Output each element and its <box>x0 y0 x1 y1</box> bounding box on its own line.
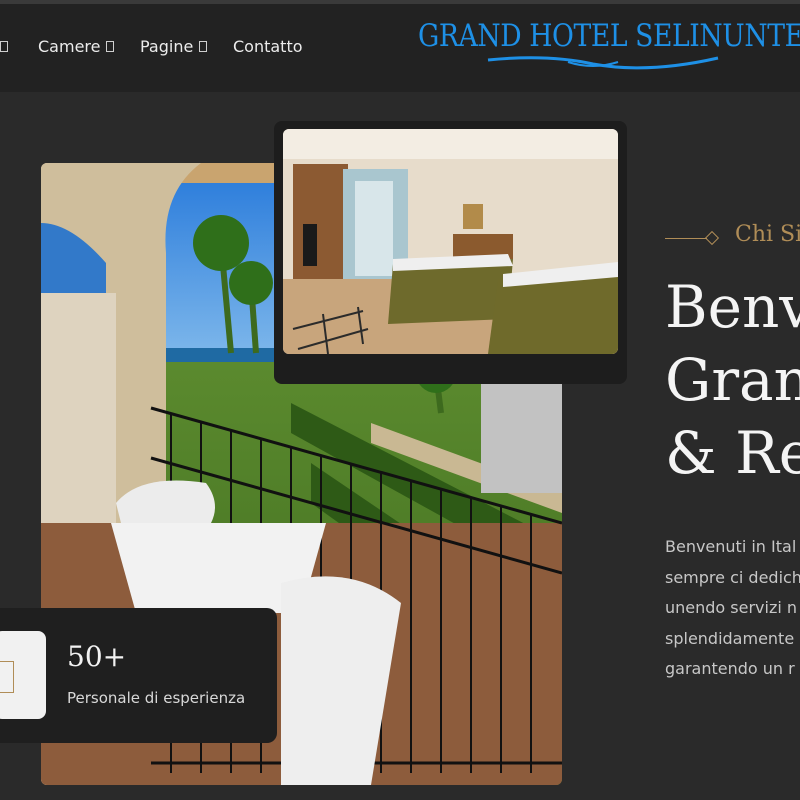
chevron-down-icon <box>106 41 115 52</box>
hotel-logo[interactable]: GRAND HOTEL SELINUNTE <box>418 18 800 70</box>
chevron-down-icon <box>0 41 8 52</box>
nav-item-home[interactable] <box>0 37 8 56</box>
body-line: Benvenuti in Ital <box>665 537 797 556</box>
body-line: garantendo un r <box>665 659 795 678</box>
chevron-down-icon <box>199 41 208 52</box>
room-photo-image <box>283 129 618 354</box>
body-line: sempre ci dedich <box>665 567 800 587</box>
eyebrow-line <box>665 238 707 239</box>
headline-line: Benv <box>665 273 800 341</box>
nav-item-contatto[interactable]: Contatto <box>233 37 303 56</box>
headline-line: Gran <box>665 346 800 414</box>
logo-wave-icon <box>487 56 719 70</box>
body-line: unendo servizi n <box>665 598 798 617</box>
staff-icon-glyph <box>0 661 14 693</box>
room-photo <box>283 129 618 354</box>
nav-item-label: Camere <box>38 37 101 56</box>
headline-line: & Re <box>665 419 800 487</box>
body-line: splendidamente <box>665 628 795 648</box>
stat-label: Personale di esperienza <box>67 689 246 707</box>
diamond-icon <box>704 230 720 246</box>
nav-item-pagine[interactable]: Pagine <box>140 37 208 56</box>
stat-number: 50+ <box>67 640 127 673</box>
section-eyebrow: Chi Si <box>735 222 800 247</box>
nav-item-label: Contatto <box>233 37 303 56</box>
section-body: Benvenuti in Ital sempre ci dedich unend… <box>665 532 800 685</box>
nav-item-label: Pagine <box>140 37 194 56</box>
section-headline: Benv Gran & Re <box>665 271 800 490</box>
nav-item-camere[interactable]: Camere <box>38 37 115 56</box>
